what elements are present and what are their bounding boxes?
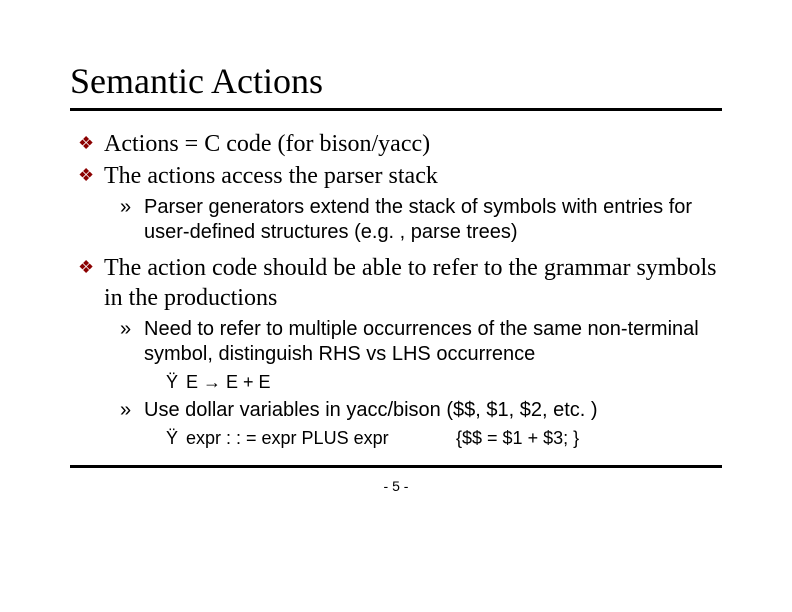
bullet-text: The action code should be able to refer … [104, 253, 722, 313]
bullet-text: Parser generators extend the stack of sy… [144, 195, 722, 245]
diamond-bullet-icon: ❖ [78, 253, 104, 313]
bullet-level1: ❖ The action code should be able to refe… [78, 253, 722, 313]
diamond-bullet-icon: ❖ [78, 129, 104, 159]
raquo-bullet-icon: » [120, 195, 144, 245]
bullet-text: expr : : = expr PLUS expr {$$ = $1 + $3;… [186, 427, 722, 450]
bullet-level2: » Use dollar variables in yacc/bison ($$… [120, 398, 722, 423]
bullet-level3: Ÿ expr : : = expr PLUS expr {$$ = $1 + $… [166, 427, 722, 450]
raquo-bullet-icon: » [120, 398, 144, 423]
slide-body: ❖ Actions = C code (for bison/yacc) ❖ Th… [70, 129, 722, 449]
ydiaeresis-bullet-icon: Ÿ [166, 371, 186, 394]
bullet-text: Use dollar variables in yacc/bison ($$, … [144, 398, 722, 423]
title-rule [70, 108, 722, 111]
bullet-level2: » Need to refer to multiple occurrences … [120, 317, 722, 367]
bullet-level3: Ÿ E → E + E [166, 371, 722, 394]
slide-title: Semantic Actions [70, 60, 722, 102]
bullet-level1: ❖ The actions access the parser stack [78, 161, 722, 191]
bullet-level1: ❖ Actions = C code (for bison/yacc) [78, 129, 722, 159]
semantic-action-text: {$$ = $1 + $3; } [456, 427, 722, 450]
bullet-level2: » Parser generators extend the stack of … [120, 195, 722, 245]
slide: Semantic Actions ❖ Actions = C code (for… [0, 0, 792, 612]
raquo-bullet-icon: » [120, 317, 144, 367]
diamond-bullet-icon: ❖ [78, 161, 104, 191]
bullet-text: Actions = C code (for bison/yacc) [104, 129, 722, 159]
grammar-rule-text: expr : : = expr PLUS expr [186, 427, 456, 450]
bullet-text: Need to refer to multiple occurrences of… [144, 317, 722, 367]
bullet-text: The actions access the parser stack [104, 161, 722, 191]
page-number: - 5 - [70, 478, 722, 494]
ydiaeresis-bullet-icon: Ÿ [166, 427, 186, 450]
footer-rule [70, 465, 722, 468]
bullet-text: E → E + E [186, 371, 722, 394]
